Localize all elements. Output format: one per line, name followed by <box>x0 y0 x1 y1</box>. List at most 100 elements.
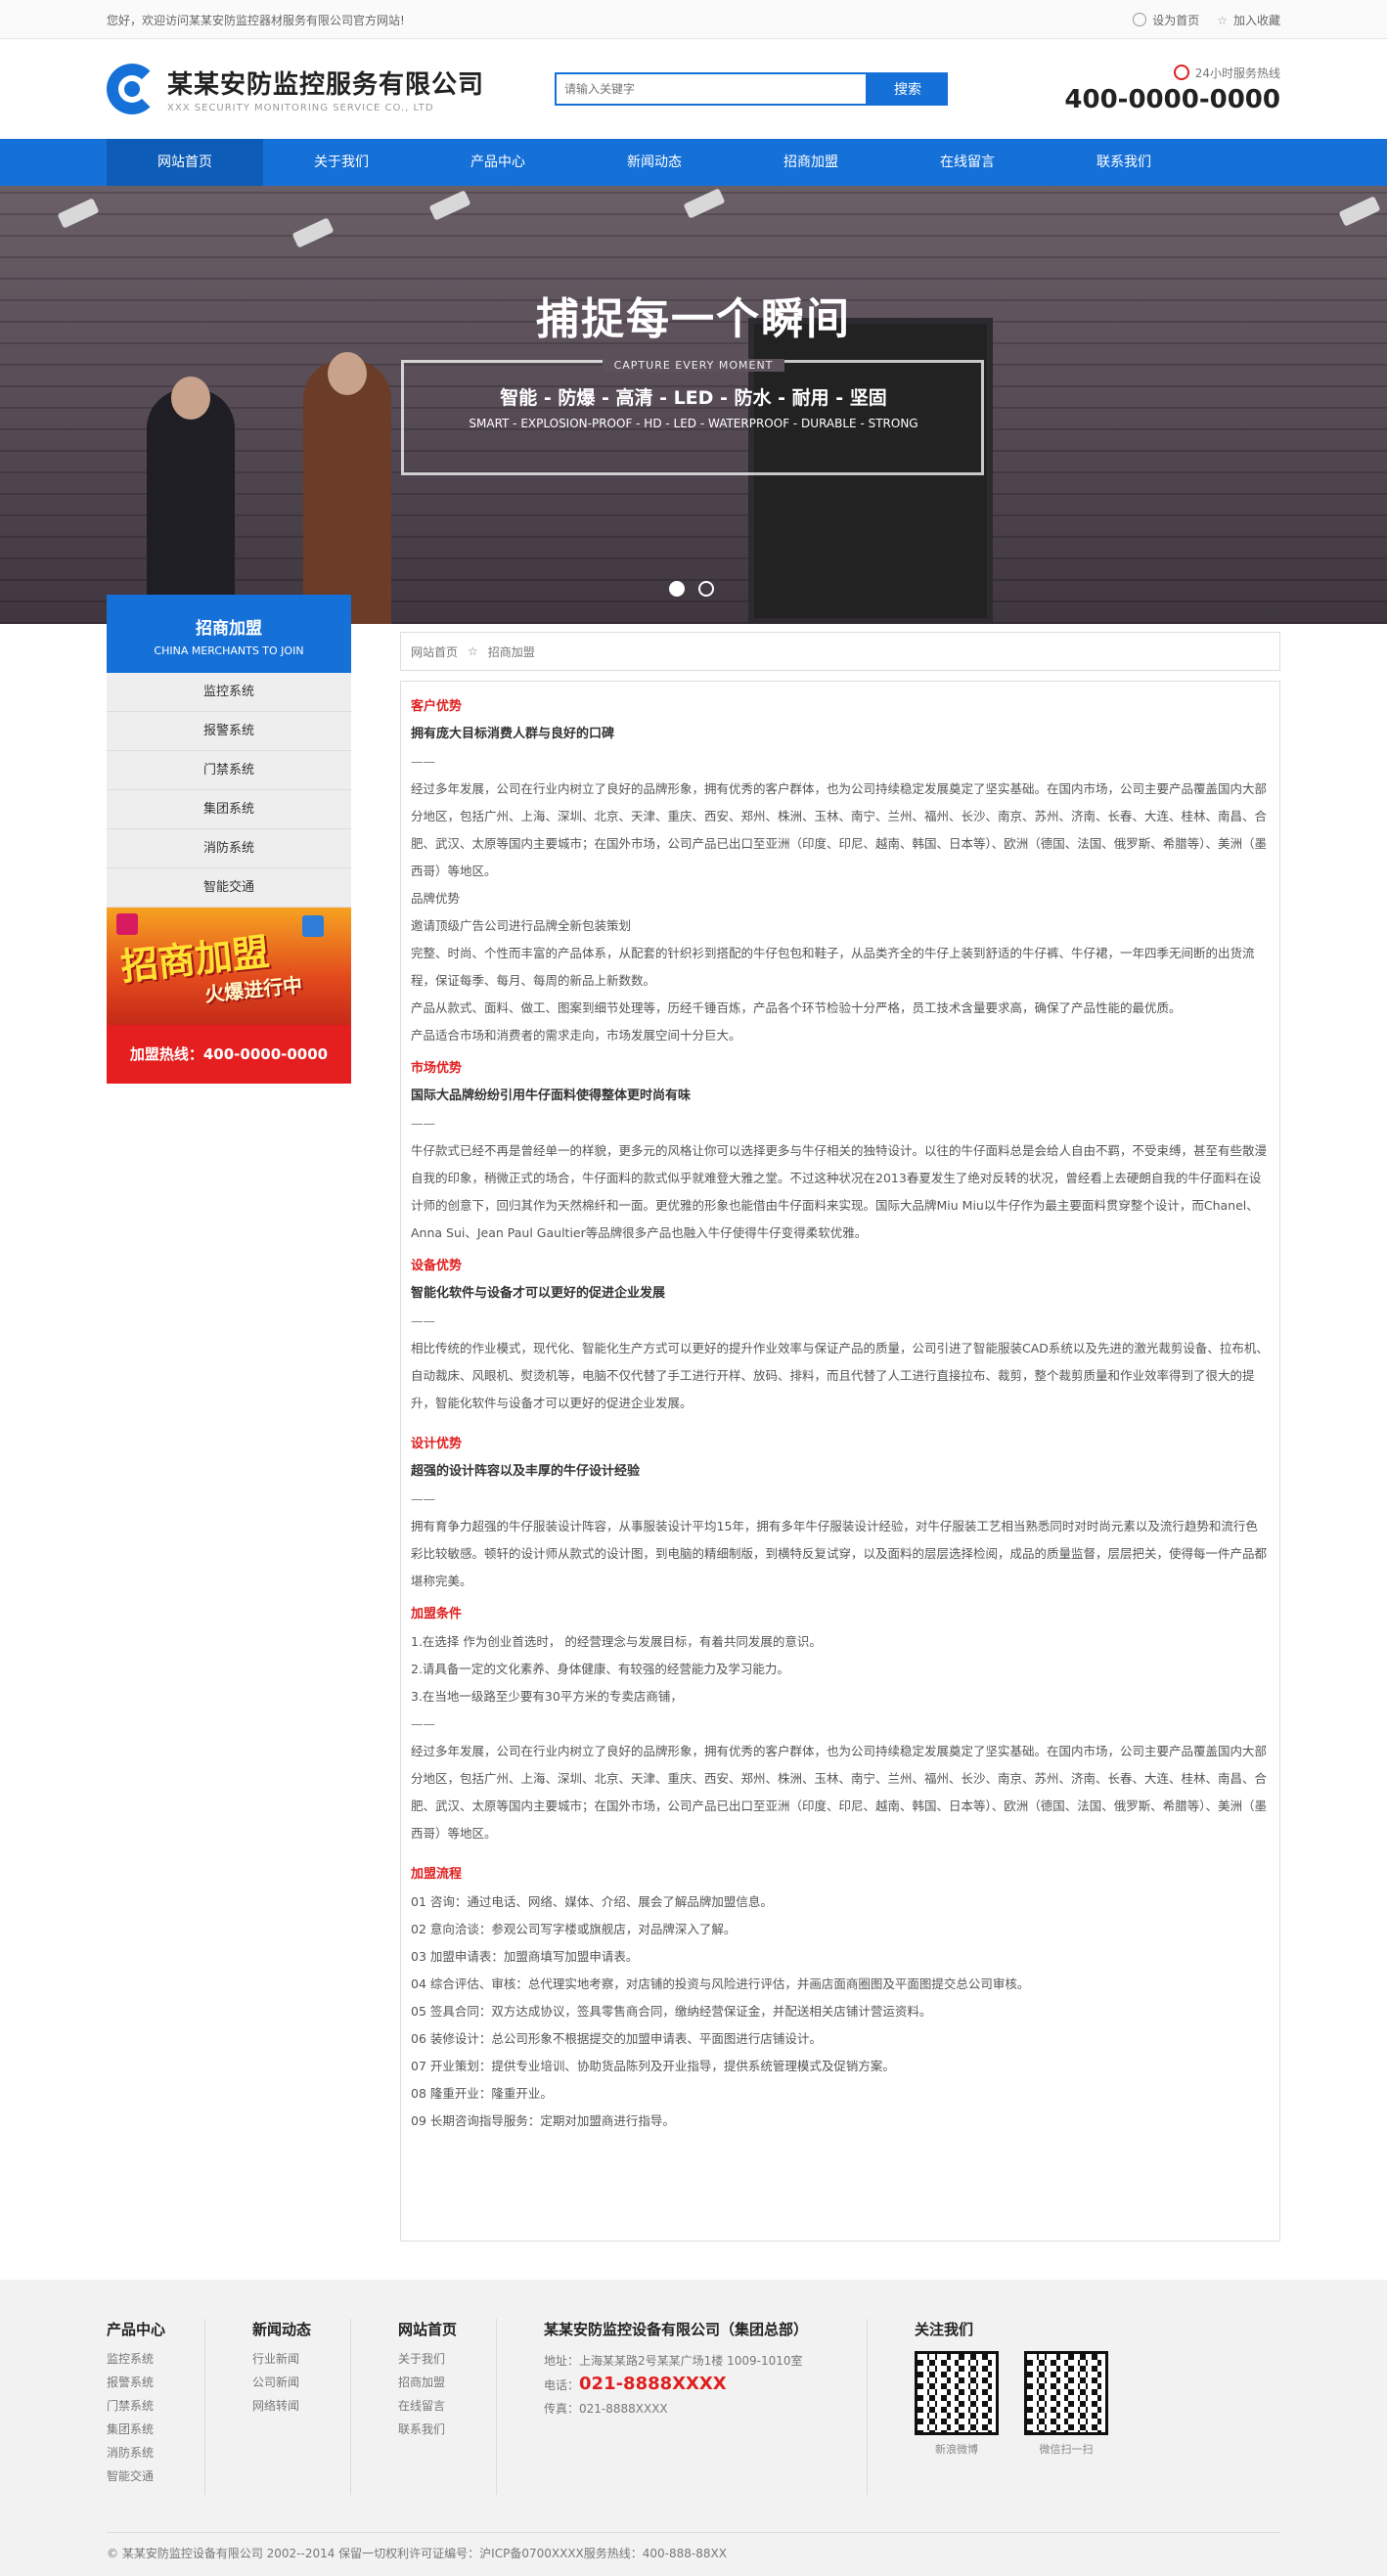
camera-icon <box>428 190 471 221</box>
star-icon: ☆ <box>1217 13 1228 27</box>
footer-link[interactable]: 招商加盟 <box>398 2371 496 2394</box>
divider: —— <box>411 1491 435 1506</box>
hotline-number: 400-0000-0000 <box>1064 84 1280 114</box>
content: 网站首页 ☆ 招商加盟 客户优势 拥有庞大目标消费人群与良好的口碑 —— 经过多… <box>400 632 1280 2242</box>
add-favorite-label: 加入收藏 <box>1232 13 1280 27</box>
breadcrumb-home[interactable]: 网站首页 <box>411 644 458 660</box>
paragraph: 产品适合市场和消费者的需求走向，市场发展空间十分巨大。 <box>411 1028 741 1043</box>
process-step: 06 装修设计：总公司形象不根据提交的加盟申请表、平面图进行店铺设计。 <box>411 2031 822 2046</box>
sidebar-item-monitoring[interactable]: 监控系统 <box>107 673 351 712</box>
section-subtitle: 超强的设计阵容以及丰厚的牛仔设计经验 <box>411 1464 641 1479</box>
paragraph: 经过多年发展，公司在行业内树立了良好的品牌形象，拥有优秀的客户群体，也为公司持续… <box>411 1744 1268 1841</box>
footer-link[interactable]: 网络转闻 <box>252 2394 350 2418</box>
set-home-label: 设为首页 <box>1152 13 1200 27</box>
process-step: 04 综合评估、审核：总代理实地考察，对店铺的投资与风险进行评估，并画店面商圈图… <box>411 1976 1030 1991</box>
condition-item: 2.请具备一定的文化素养、身体健康、有较强的经营能力及学习能力。 <box>411 1662 789 1676</box>
sidebar-item-access[interactable]: 门禁系统 <box>107 751 351 790</box>
set-home-link[interactable]: 设为首页 <box>1133 12 1199 28</box>
search-box: 搜索 <box>555 72 948 106</box>
footer-link[interactable]: 联系我们 <box>398 2418 496 2441</box>
search-button[interactable]: 搜索 <box>868 72 948 106</box>
wechat-qr: 微信扫一扫 <box>1024 2351 1108 2457</box>
footer-col-home: 网站首页 关于我们 招商加盟 在线留言 联系我们 <box>398 2319 496 2514</box>
banner-tags: 智能 - 防爆 - 高清 - LED - 防水 - 耐用 - 坚固 <box>500 387 887 409</box>
carousel-dot-2[interactable] <box>698 581 714 597</box>
gift-icon <box>116 913 138 935</box>
footer-link[interactable]: 报警系统 <box>107 2371 204 2394</box>
footer-col-news: 新闻动态 行业新闻 公司新闻 网络转闻 <box>252 2319 350 2514</box>
paragraph: 产品从款式、面料、做工、图案到细节处理等，历经千锤百炼，产品各个环节检验十分严格… <box>411 1000 1182 1015</box>
nav-franchise[interactable]: 招商加盟 <box>733 139 889 186</box>
carousel-dot-1[interactable] <box>669 581 685 597</box>
sidebar-item-alarm[interactable]: 报警系统 <box>107 712 351 751</box>
footer-link[interactable]: 消防系统 <box>107 2441 204 2465</box>
paragraph: 相比传统的作业模式，现代化、智能化生产方式可以更好的提升作业效率与保证产品的质量… <box>411 1341 1269 1410</box>
sidebar-item-fire[interactable]: 消防系统 <box>107 829 351 868</box>
carousel-dots <box>669 581 714 597</box>
qr-code-icon <box>915 2351 999 2435</box>
add-favorite-link[interactable]: ☆ 加入收藏 <box>1217 12 1280 28</box>
nav-message[interactable]: 在线留言 <box>889 139 1046 186</box>
sidebar-item-group[interactable]: 集团系统 <box>107 790 351 829</box>
qr-code-icon <box>1024 2351 1108 2435</box>
footer-link[interactable]: 关于我们 <box>398 2347 496 2371</box>
condition-item: 1.在选择 作为创业首选时， 的经营理念与发展目标，有着共同发展的意识。 <box>411 1634 822 1649</box>
nav-home[interactable]: 网站首页 <box>107 139 263 186</box>
divider: —— <box>411 1116 435 1131</box>
footer-link[interactable]: 监控系统 <box>107 2347 204 2371</box>
process-step: 09 长期咨询指导服务：定期对加盟商进行指导。 <box>411 2113 675 2128</box>
nav-news[interactable]: 新闻动态 <box>576 139 733 186</box>
camera-icon <box>57 198 100 229</box>
paragraph: 拥有育争力超强的牛仔服装设计阵容，从事服装设计平均15年，拥有多年牛仔服装设计经… <box>411 1519 1268 1588</box>
process-step: 05 签具合同：双方达成协议，签具零售商合同，缴纳经营保证金，并配送相关店铺计营… <box>411 2004 932 2019</box>
sidebar: 招商加盟 CHINA MERCHANTS TO JOIN 监控系统 报警系统 门… <box>107 595 351 1084</box>
franchise-promo-image[interactable]: 招商加盟 火爆进行中 <box>107 908 351 1025</box>
sidebar-title: 招商加盟 <box>196 619 262 639</box>
sidebar-item-traffic[interactable]: 智能交通 <box>107 868 351 908</box>
camera-icon <box>683 188 726 219</box>
footer-link[interactable]: 集团系统 <box>107 2418 204 2441</box>
qr-caption: 新浪微博 <box>935 2443 978 2456</box>
company-name: 某某安防监控服务有限公司 <box>167 70 485 100</box>
footer-link[interactable]: 行业新闻 <box>252 2347 350 2371</box>
phone-icon <box>1173 64 1189 80</box>
sidebar-title-en: CHINA MERCHANTS TO JOIN <box>154 644 304 657</box>
footer-link[interactable]: 公司新闻 <box>252 2371 350 2394</box>
footer-company-name: 某某安防监控设备有限公司（集团总部） <box>544 2321 809 2338</box>
nav-contact[interactable]: 联系我们 <box>1046 139 1202 186</box>
weibo-qr: 新浪微博 <box>915 2351 999 2457</box>
section-title: 加盟流程 <box>411 1867 463 1882</box>
section-subtitle: 国际大品牌纷纷引用牛仔面料使得整体更时尚有味 <box>411 1088 692 1103</box>
sidebar-header: 招商加盟 CHINA MERCHANTS TO JOIN <box>107 595 351 673</box>
footer-follow-title: 关注我们 <box>915 2321 974 2338</box>
section-title: 市场优势 <box>411 1061 463 1076</box>
footer-phone-label: 电话： <box>544 2378 580 2392</box>
main-area: 招商加盟 CHINA MERCHANTS TO JOIN 监控系统 报警系统 门… <box>107 595 1280 2257</box>
footer-link[interactable]: 在线留言 <box>398 2394 496 2418</box>
paragraph: 牛仔款式已经不再是曾经单一的样貌，更多元的风格让你可以选择更多与牛仔相关的独特设… <box>411 1143 1268 1240</box>
footer-col-title: 新闻动态 <box>252 2321 312 2338</box>
section-subtitle: 拥有庞大目标消费人群与良好的口碑 <box>411 727 615 741</box>
paragraph: 品牌优势 <box>411 891 461 906</box>
article-body: 客户优势 拥有庞大目标消费人群与良好的口碑 —— 经过多年发展，公司在行业内树立… <box>400 681 1280 2242</box>
footer-link[interactable]: 智能交通 <box>107 2465 204 2488</box>
nav-about[interactable]: 关于我们 <box>263 139 420 186</box>
footer-link[interactable]: 门禁系统 <box>107 2394 204 2418</box>
footer-company-info: 某某安防监控设备有限公司（集团总部） 地址：上海某某路2号某某广场1楼 1009… <box>544 2319 867 2514</box>
process-step: 08 隆重开业：隆重开业。 <box>411 2086 553 2101</box>
paragraph: 完整、时尚、个性而丰富的产品体系，从配套的针织衫到搭配的牛仔包包和鞋子，从品类齐… <box>411 946 1255 988</box>
home-icon <box>1133 12 1147 26</box>
gift-icon <box>302 915 324 937</box>
banner-subtitle: CAPTURE EVERY MOMENT <box>602 359 785 372</box>
logo[interactable]: 某某安防监控服务有限公司 XXX SECURITY MONITORING SER… <box>107 64 547 114</box>
paragraph: 经过多年发展，公司在行业内树立了良好的品牌形象，拥有优秀的客户群体，也为公司持续… <box>411 781 1268 878</box>
copyright: © 某某安防监控设备有限公司 2002--2014 保留一切权利许可证编号：沪I… <box>107 2532 1280 2561</box>
nav-products[interactable]: 产品中心 <box>420 139 576 186</box>
logo-mark-icon <box>107 64 157 114</box>
camera-icon <box>291 217 335 248</box>
banner-title: 捕捉每一个瞬间 <box>536 294 851 344</box>
footer-follow: 关注我们 新浪微博 微信扫一扫 <box>915 2319 1108 2514</box>
process-step: 07 开业策划：提供专业培训、协助货品陈列及开业指导，提供系统管理模式及促销方案… <box>411 2059 895 2073</box>
top-bar: 您好，欢迎访问某某安防监控器材服务有限公司官方网站! 设为首页 ☆ 加入收藏 <box>0 0 1387 39</box>
search-input[interactable] <box>555 72 868 106</box>
